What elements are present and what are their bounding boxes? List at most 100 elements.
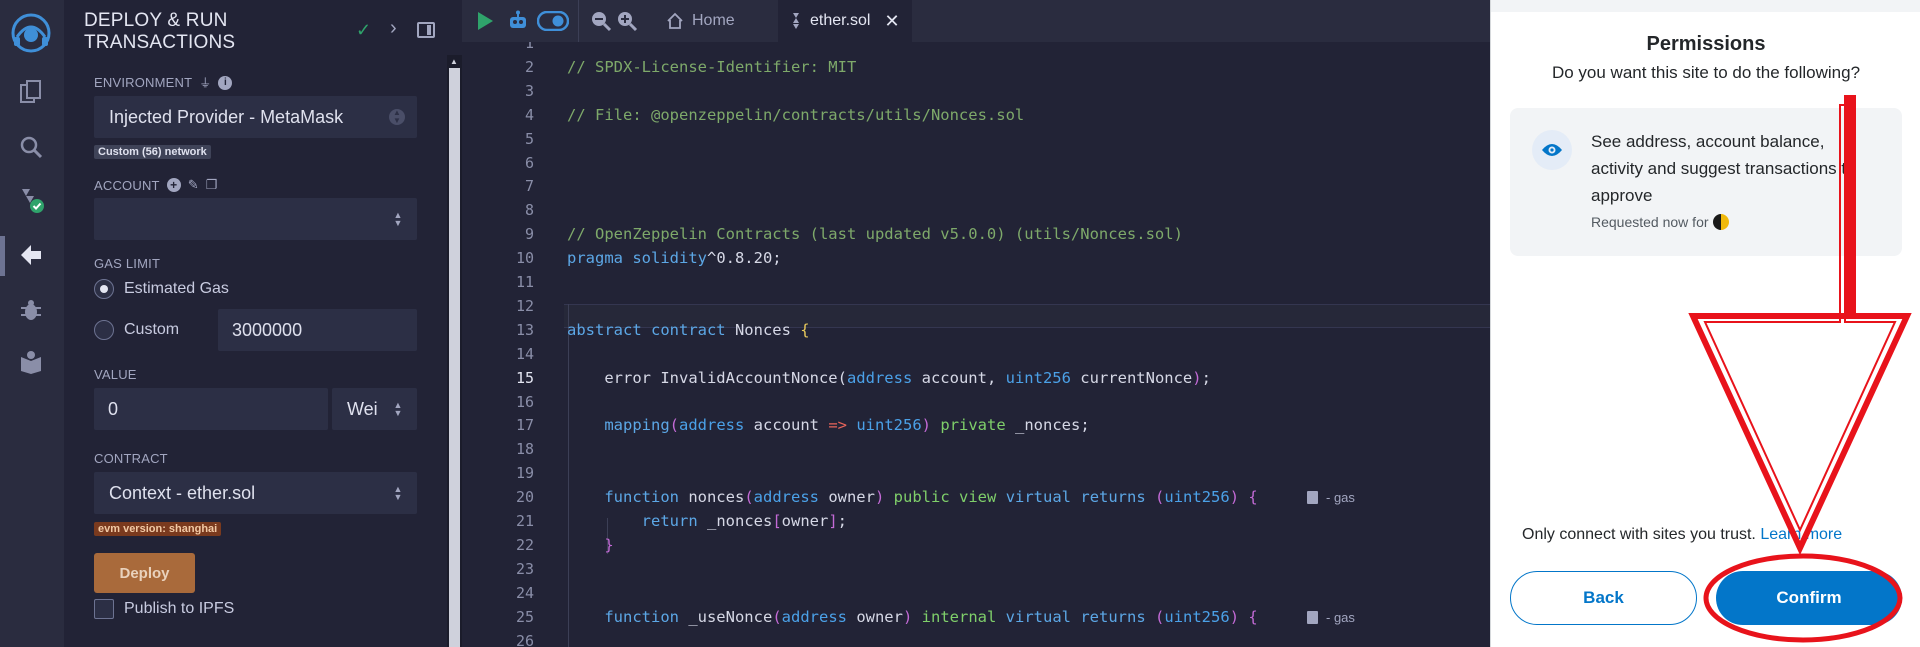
indent-guide	[568, 304, 569, 647]
gas-pump-icon	[1307, 610, 1318, 624]
value-amount: 0	[108, 398, 119, 419]
line-number: 18	[515, 440, 534, 459]
learn-more-link[interactable]: Learn more	[1760, 526, 1842, 543]
solidity-file-icon	[793, 13, 799, 29]
gas-custom-label: Custom	[124, 321, 180, 338]
ai-toggle-icon[interactable]	[536, 7, 570, 35]
trust-notice: Only connect with sites you trust. Learn…	[1522, 526, 1842, 544]
back-button[interactable]: Back	[1510, 571, 1697, 625]
line-number: 8	[524, 201, 534, 220]
gas-estimate: - gas	[1307, 490, 1355, 505]
tab-divider	[578, 0, 579, 42]
gas-pump-icon	[1307, 491, 1318, 505]
gas-limit-label: GAS LIMIT	[94, 256, 161, 271]
copy-icon[interactable]: ❐	[206, 177, 218, 193]
account-select[interactable]: ▲ ▼	[94, 198, 417, 240]
editor-tab-bar: Home ether.sol ✕	[462, 0, 1490, 42]
gas-custom-radio[interactable]	[94, 320, 114, 340]
line-number: 25	[515, 607, 534, 626]
dialog-heading: Permissions	[1646, 33, 1766, 55]
contract-select[interactable]: Context - ether.sol ▲ ▼	[94, 472, 417, 514]
line-number: 11	[515, 273, 534, 291]
solidity-compiler-icon[interactable]	[14, 183, 48, 217]
tab-ether-sol-label: ether.sol	[810, 12, 871, 29]
info-icon[interactable]: i	[218, 75, 233, 90]
gas-estimate: - gas	[1307, 610, 1355, 625]
debugger-icon[interactable]	[14, 293, 48, 327]
deploy-run-icon[interactable]	[14, 238, 48, 272]
site-favicon-icon	[1712, 214, 1729, 230]
gas-estimated-label: Estimated Gas	[124, 280, 229, 297]
code-line: function _useNonce(address owner) intern…	[567, 607, 1258, 626]
chevron-right-icon[interactable]: ›	[390, 17, 397, 40]
active-indicator	[0, 236, 5, 276]
line-number: 12	[515, 296, 534, 315]
line-number: 17	[515, 416, 534, 435]
panel-title: DEPLOY & RUN TRANSACTIONS	[84, 10, 236, 53]
scrollbar-thumb[interactable]	[449, 68, 460, 647]
permission-card: See address, account balance, activity a…	[1510, 108, 1902, 256]
select-arrows-icon: ▲ ▼	[393, 400, 403, 418]
zoom-in-icon[interactable]	[613, 7, 641, 35]
add-account-icon[interactable]: +	[166, 178, 181, 192]
account-label: ACCOUNT + ✎ ❐	[94, 177, 218, 193]
code-line: mapping(address account => uint256) priv…	[567, 416, 1090, 435]
value-label: VALUE	[94, 367, 137, 382]
remix-logo-icon[interactable]	[8, 10, 54, 56]
code-line: }	[567, 535, 614, 554]
panel-scrollbar[interactable]: ▲	[447, 55, 462, 647]
eye-icon	[1532, 130, 1572, 170]
permission-text: See address, account balance, activity a…	[1591, 132, 1856, 205]
gas-label: - gas	[1326, 609, 1355, 625]
tab-ether-sol[interactable]: ether.sol ✕	[778, 0, 912, 42]
confirm-button[interactable]: Confirm	[1716, 571, 1902, 625]
sidebar-toggle-icon[interactable]	[417, 22, 435, 38]
deploy-run-panel: DEPLOY & RUN TRANSACTIONS ✓ › ENVIRONMEN…	[64, 0, 447, 647]
line-number: 20	[515, 488, 534, 507]
publish-ipfs-checkbox[interactable]	[94, 599, 114, 619]
code-line: // OpenZeppelin Contracts (last updated …	[567, 225, 1183, 244]
code-line: // SPDX-License-Identifier: MIT	[567, 57, 857, 76]
select-arrows-icon: ▲ ▼	[389, 109, 405, 125]
line-number: 15	[515, 368, 534, 387]
code-editor[interactable]: 1 2 3 4 5 6 7 8 9 10 11 12 13 14 15 16 17 18 19 20 21 22 23 24 2…	[462, 42, 1490, 647]
search-icon[interactable]	[14, 130, 48, 164]
panel-check-icon: ✓	[356, 20, 372, 40]
dialog-subheading: Do you want this site to do the followin…	[1551, 63, 1861, 82]
requested-text: Requested now for	[1591, 214, 1709, 230]
gas-estimated-radio[interactable]	[94, 279, 114, 299]
line-number: 5	[524, 129, 534, 148]
gas-limit-input[interactable]: 3000000	[218, 309, 417, 351]
zoom-out-icon[interactable]	[587, 7, 615, 35]
value-input[interactable]: 0	[94, 388, 328, 430]
code-line: abstract contract Nonces {	[567, 320, 810, 339]
icon-rail	[0, 0, 64, 647]
line-number: 26	[515, 631, 534, 647]
line-number: 2	[524, 57, 534, 76]
learneth-icon[interactable]	[14, 345, 48, 379]
ai-robot-icon[interactable]	[504, 7, 532, 35]
scroll-up-icon[interactable]: ▲	[450, 57, 458, 66]
environment-value: Injected Provider - MetaMask	[109, 106, 344, 127]
dialog-top-strip	[1491, 0, 1920, 12]
close-icon[interactable]: ✕	[884, 11, 899, 32]
line-number: 19	[515, 464, 534, 483]
select-arrows-icon: ▲ ▼	[393, 484, 403, 502]
value-unit-select[interactable]: Wei ▲ ▼	[332, 388, 417, 430]
run-script-icon[interactable]	[471, 7, 499, 35]
plug-icon: ⏚	[199, 76, 212, 90]
deploy-button[interactable]: Deploy	[94, 553, 195, 593]
code-line: return _nonces[owner];	[567, 512, 848, 530]
line-number: 22	[515, 535, 534, 554]
tab-home[interactable]: Home	[652, 0, 749, 42]
value-unit: Wei	[347, 398, 378, 419]
gas-label: - gas	[1326, 490, 1355, 506]
tab-home-label: Home	[692, 12, 735, 29]
environment-select[interactable]: Injected Provider - MetaMask ▲ ▼	[94, 96, 417, 138]
publish-ipfs-label: Publish to IPFS	[124, 600, 235, 617]
metamask-permission-dialog: Permissions Do you want this site to do …	[1490, 0, 1920, 647]
line-number: 13	[515, 320, 534, 339]
line-number: 21	[515, 512, 534, 530]
edit-icon[interactable]: ✎	[188, 177, 199, 193]
file-explorer-icon[interactable]	[14, 75, 48, 109]
